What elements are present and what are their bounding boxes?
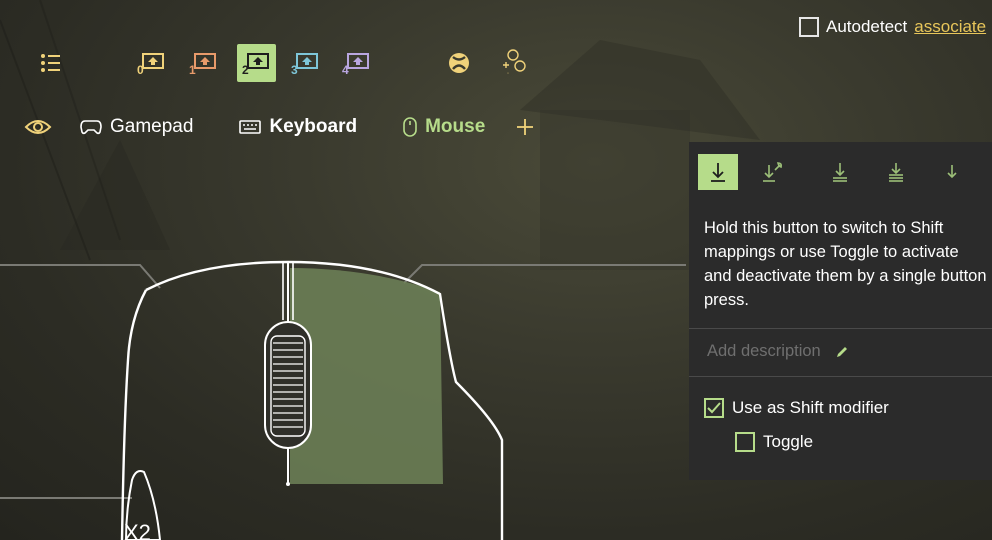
button-settings-panel: Hold this button to switch to Shift mapp… — [689, 142, 992, 480]
divider — [689, 328, 992, 329]
tab-gamepad[interactable]: Gamepad — [80, 116, 193, 138]
mode-selector — [698, 154, 988, 190]
triple-down-icon — [889, 163, 903, 182]
keyboard-icon — [239, 120, 262, 134]
xbox-icon[interactable] — [444, 44, 474, 82]
shift-layer-4-button[interactable]: 4 — [339, 44, 375, 82]
callout-line-left-button — [0, 264, 161, 289]
hold-down-icon — [711, 163, 725, 182]
associate-link[interactable]: associate — [914, 17, 986, 37]
divider — [689, 376, 992, 377]
pencil-icon[interactable] — [835, 345, 849, 359]
autodetect-checkbox[interactable] — [799, 17, 819, 37]
double-down-icon — [833, 163, 847, 182]
mode-wrench-button[interactable] — [752, 154, 792, 190]
shift-layer-0-button[interactable]: 0 — [134, 44, 170, 82]
tab-keyboard-label: Keyboard — [269, 116, 358, 137]
toggle-label: Toggle — [763, 432, 814, 451]
use-shift-modifier-checkbox[interactable] — [704, 398, 724, 418]
shift-layer-2-button[interactable]: 2 — [237, 44, 276, 82]
tab-keyboard[interactable]: Keyboard — [239, 116, 357, 138]
right-mouse-button-highlight[interactable] — [290, 268, 443, 484]
toggle-checkbox[interactable] — [735, 432, 755, 452]
checkmark-icon — [707, 402, 721, 414]
callout-line-right-button — [403, 264, 686, 284]
mode-description: Hold this button to switch to Shift mapp… — [704, 219, 987, 309]
tab-mouse[interactable]: Mouse — [403, 116, 485, 138]
device-tabs: Gamepad Keyboard Mouse — [24, 112, 535, 142]
shift-layer-2-label: 2 — [242, 63, 249, 76]
tab-gamepad-label: Gamepad — [110, 116, 194, 137]
toggle-row: Toggle — [735, 432, 813, 452]
mode-triple-button[interactable] — [876, 154, 916, 190]
mode-hold-button[interactable] — [698, 154, 738, 190]
use-shift-modifier-label: Use as Shift modifier — [732, 398, 889, 417]
list-icon[interactable] — [36, 44, 66, 82]
shift-layer-0-label: 0 — [137, 63, 144, 76]
autodetect-row: Autodetect associate — [799, 16, 986, 38]
shift-layer-1-label: 1 — [189, 63, 196, 76]
mode-double-button[interactable] — [820, 154, 860, 190]
tab-mouse-label: Mouse — [425, 116, 486, 137]
add-tab-icon[interactable] — [515, 117, 535, 137]
shift-layer-3-label: 3 — [291, 63, 298, 76]
eye-icon[interactable] — [24, 117, 52, 137]
shift-layer-1-button[interactable]: 1 — [186, 44, 222, 82]
autodetect-label: Autodetect — [826, 17, 908, 36]
side-button-x2-label: X2 — [124, 520, 151, 540]
mouse-icon — [403, 117, 417, 137]
add-description-field[interactable]: Add description — [707, 342, 849, 361]
add-description-placeholder: Add description — [707, 342, 821, 360]
shift-layer-3-button[interactable]: 3 — [288, 44, 324, 82]
mouse-diagram: X2 — [0, 260, 686, 540]
arrow-down-icon — [947, 165, 957, 179]
mode-arrow-button[interactable] — [932, 154, 972, 190]
abxy-buttons-icon[interactable] — [498, 44, 528, 82]
gamepad-icon — [80, 120, 102, 135]
use-shift-modifier-row: Use as Shift modifier — [704, 398, 889, 418]
shift-layer-4-label: 4 — [342, 63, 349, 76]
wrench-down-icon — [763, 162, 782, 182]
